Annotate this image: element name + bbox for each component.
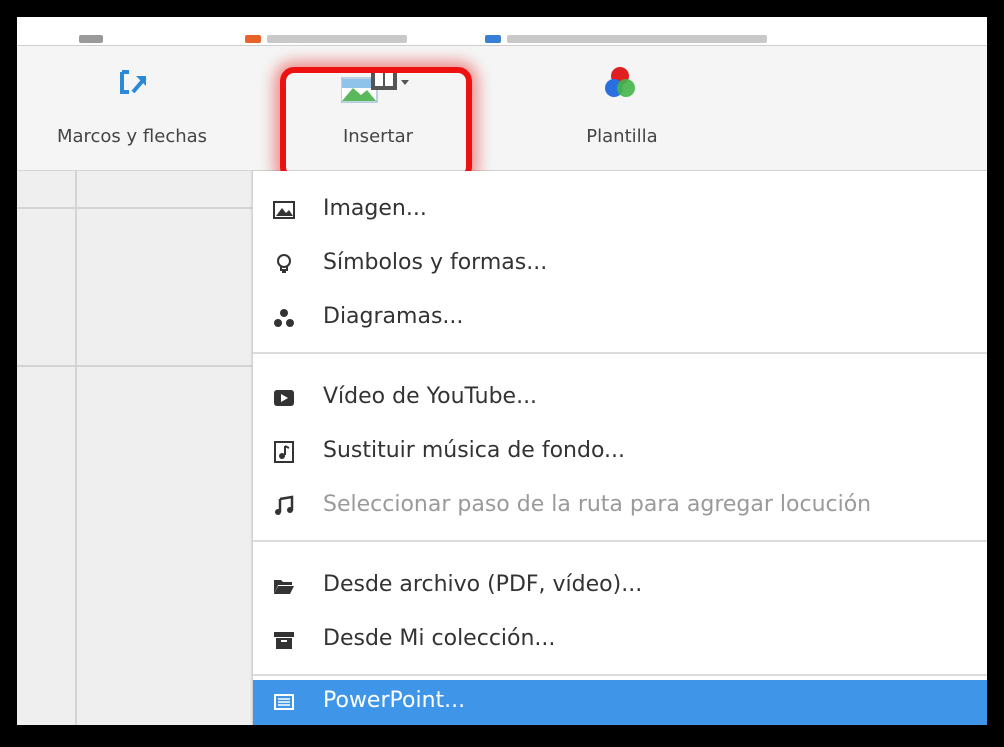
grid-line	[17, 365, 252, 367]
tab-fragment	[79, 35, 103, 43]
music-note-icon	[273, 495, 295, 517]
tab-fragment	[485, 35, 501, 43]
tab-fragment	[267, 35, 407, 43]
insertar-highlight-box	[280, 67, 472, 181]
plantilla-button[interactable]: Plantilla	[537, 46, 707, 170]
menu-item-label: Diagramas...	[323, 304, 464, 329]
lightbulb-icon	[273, 253, 295, 275]
plantilla-label: Plantilla	[586, 126, 658, 147]
insertar-dropdown-menu: Imagen... Símbolos y formas... Diagramas…	[252, 171, 987, 725]
menu-item-label: Seleccionar paso de la ruta para agregar…	[323, 492, 872, 517]
music-file-icon	[273, 441, 295, 463]
menu-item-label: Vídeo de YouTube...	[323, 384, 538, 409]
menu-item-label: Imagen...	[323, 196, 427, 221]
marcos-y-flechas-button[interactable]: Marcos y flechas	[37, 46, 227, 170]
menu-item-sustituir-musica[interactable]: Sustituir música de fondo...	[253, 430, 987, 476]
tab-fragment	[507, 35, 767, 43]
folder-open-icon	[273, 575, 295, 597]
color-palette-icon	[603, 66, 637, 100]
menu-item-desde-archivo[interactable]: Desde archivo (PDF, vídeo)...	[253, 564, 987, 610]
menu-item-diagramas[interactable]: Diagramas...	[253, 296, 987, 342]
grid-line	[75, 171, 77, 725]
menu-item-imagen[interactable]: Imagen...	[253, 188, 987, 234]
menu-item-seleccionar-paso: Seleccionar paso de la ruta para agregar…	[253, 484, 987, 530]
frames-arrows-icon	[119, 68, 149, 98]
grid-line	[17, 207, 252, 209]
tab-fragment	[245, 35, 261, 43]
menu-item-video-youtube[interactable]: Vídeo de YouTube...	[253, 376, 987, 422]
menu-item-label: Desde Mi colección...	[323, 626, 556, 651]
screenshot-frame: Marcos y flechas Insertar Plantilla Imag…	[0, 0, 1004, 747]
menu-item-label: Desde archivo (PDF, vídeo)...	[323, 572, 643, 597]
menu-separator	[253, 674, 987, 676]
menu-item-desde-mi-coleccion[interactable]: Desde Mi colección...	[253, 618, 987, 664]
archive-box-icon	[273, 629, 295, 651]
marcos-y-flechas-label: Marcos y flechas	[56, 126, 208, 147]
menu-item-label: Símbolos y formas...	[323, 250, 548, 275]
menu-item-simbolos-y-formas[interactable]: Símbolos y formas...	[253, 242, 987, 288]
app-window: Marcos y flechas Insertar Plantilla Imag…	[17, 17, 987, 725]
menu-separator	[253, 540, 987, 542]
top-tab-strip	[17, 17, 987, 46]
toolbar: Marcos y flechas Insertar Plantilla	[17, 46, 987, 171]
powerpoint-icon	[273, 691, 295, 713]
menu-item-label: Sustituir música de fondo...	[323, 438, 626, 463]
menu-separator	[253, 352, 987, 354]
youtube-play-icon	[273, 387, 295, 409]
menu-item-label: PowerPoint...	[323, 688, 466, 713]
diagram-icon	[273, 307, 295, 329]
menu-item-powerpoint[interactable]: PowerPoint...	[253, 680, 987, 725]
image-icon	[273, 199, 295, 221]
